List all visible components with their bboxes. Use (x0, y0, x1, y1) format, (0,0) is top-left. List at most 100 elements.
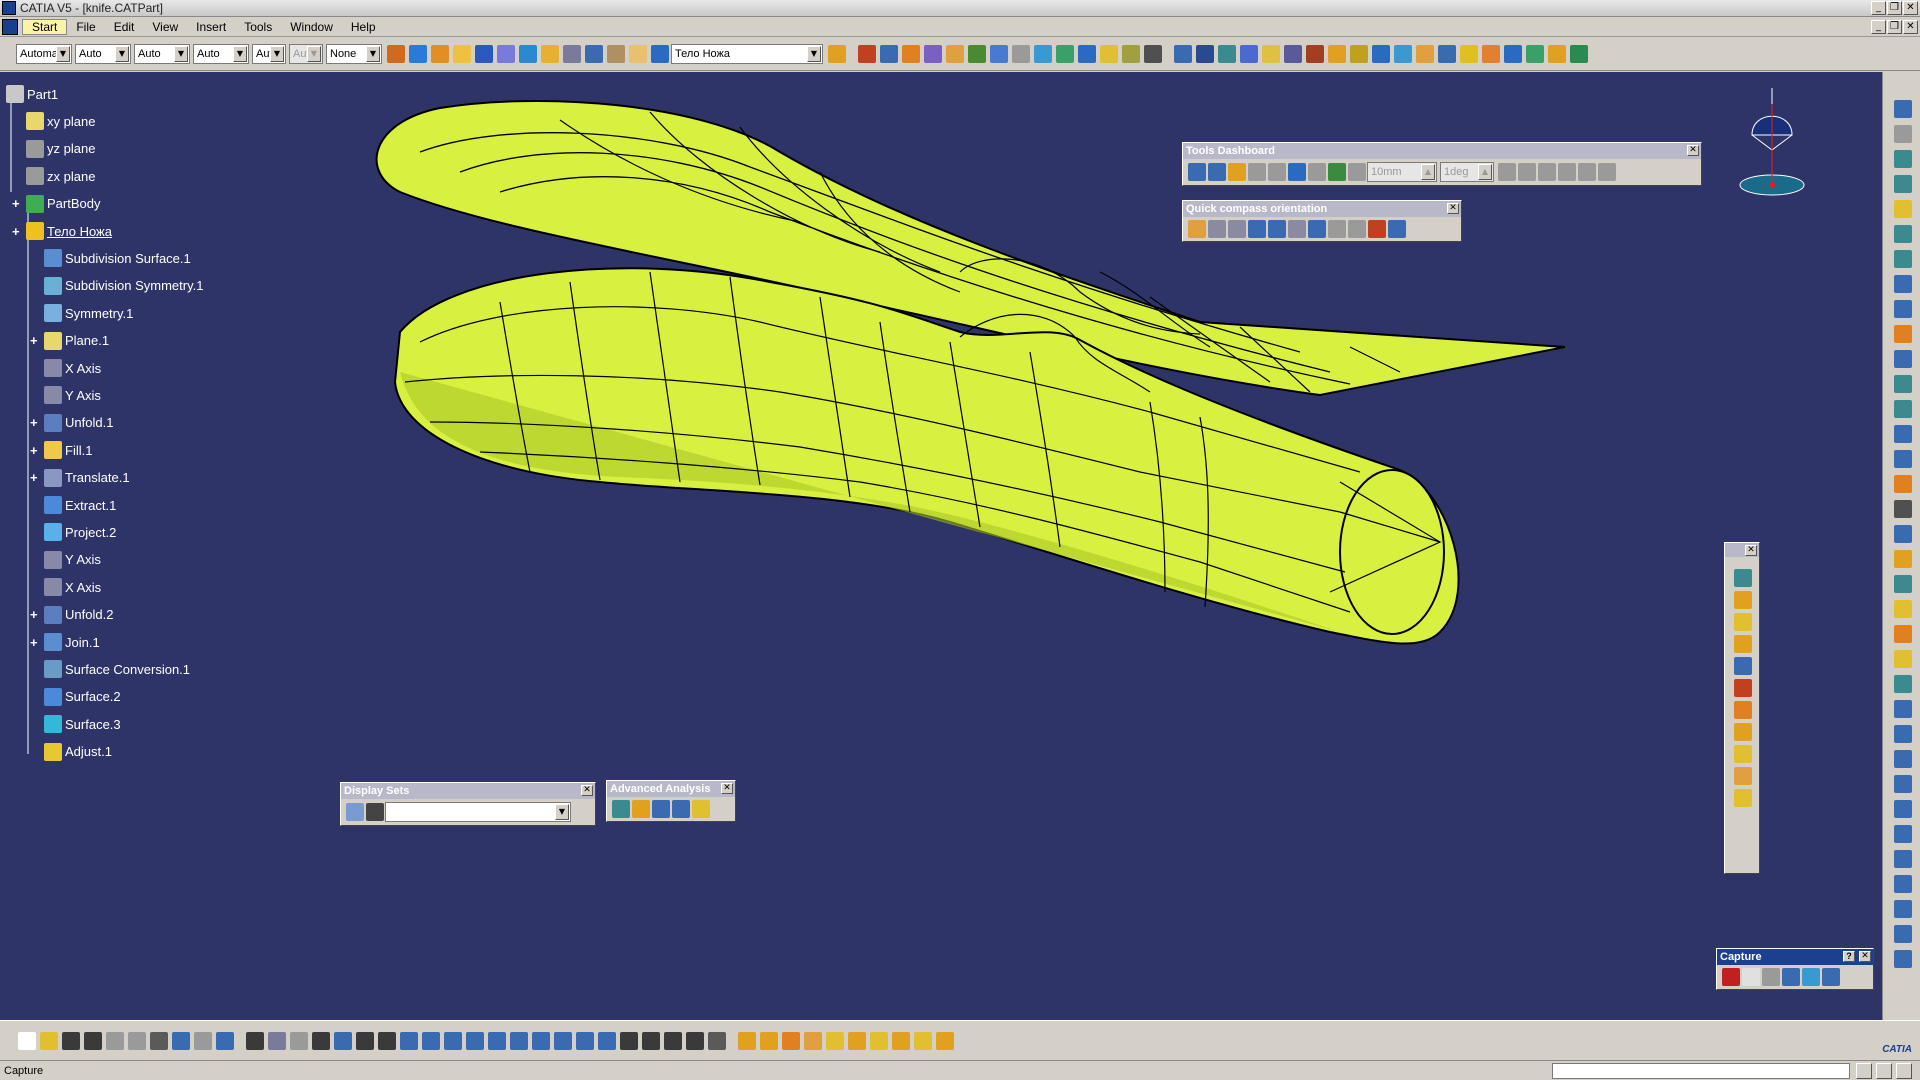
status-button-2[interactable] (1876, 1063, 1892, 1079)
expand-icon[interactable]: + (30, 415, 38, 430)
surface-tool-icon-13[interactable] (1122, 44, 1140, 63)
knife-handle-surface[interactable] (393, 267, 1460, 645)
generative-shape-icon-1[interactable] (1734, 569, 1752, 587)
tree-node[interactable]: Part1 (6, 84, 58, 104)
knowledge-tool-icon-1[interactable] (738, 1031, 756, 1050)
tree-node[interactable]: + PartBody (12, 194, 100, 214)
compass-orientation-icon-9[interactable] (1348, 220, 1366, 238)
view-manip-icon-10[interactable] (444, 1031, 462, 1050)
step-spinner-icon[interactable]: ▲ (1421, 164, 1435, 180)
file-tool-icon-4[interactable] (84, 1031, 102, 1050)
vertical-toolbar-title[interactable]: ✕ (1725, 543, 1759, 557)
right-tool-icon-13[interactable] (1894, 400, 1912, 418)
tree-node[interactable]: Extract.1 (44, 495, 116, 515)
chevron-down-icon[interactable]: ▼ (270, 45, 284, 62)
tree-node[interactable]: xy plane (26, 111, 95, 131)
dashboard-option-icon-6[interactable] (1598, 163, 1616, 181)
menu-edit[interactable]: Edit (105, 20, 144, 34)
view-tool-icon-5[interactable] (475, 44, 493, 63)
right-tool-icon-27[interactable] (1894, 750, 1912, 768)
menu-window[interactable]: Window (281, 20, 342, 34)
right-tool-icon-14[interactable] (1894, 425, 1912, 443)
advanced-analysis-toolbar[interactable]: Advanced Analysis ✕ (606, 780, 736, 822)
tree-node[interactable]: + Translate.1 (30, 468, 130, 488)
capture-icon-2[interactable] (1742, 968, 1760, 986)
right-tool-icon-2[interactable] (1894, 125, 1912, 143)
compass-orientation-icon-4[interactable] (1248, 220, 1266, 238)
tree-node[interactable]: + Тело Ножа (12, 221, 112, 241)
tools-dashboard-title[interactable]: Tools Dashboard ✕ (1183, 143, 1701, 159)
capture-icon-4[interactable] (1782, 968, 1800, 986)
analysis-icon-1[interactable] (612, 800, 630, 818)
menu-tools[interactable]: Tools (235, 20, 281, 34)
status-button-1[interactable] (1856, 1063, 1872, 1079)
generative-shape-icon-3[interactable] (1734, 613, 1752, 631)
display-set-select[interactable]: ▼ (385, 802, 571, 822)
surface-tool-icon-12[interactable] (1100, 44, 1118, 63)
tree-node[interactable]: yz plane (26, 139, 95, 159)
right-tool-icon-8[interactable] (1894, 275, 1912, 293)
menu-help[interactable]: Help (342, 20, 385, 34)
view-tool-icon-10[interactable] (585, 44, 603, 63)
surface-tool-icon-2[interactable] (880, 44, 898, 63)
dashboard-tool-icon-7[interactable] (1228, 163, 1246, 181)
view-manip-icon-5[interactable] (334, 1031, 352, 1050)
generative-shape-icon-8[interactable] (1734, 723, 1752, 741)
close-icon[interactable]: ✕ (1687, 145, 1699, 156)
compass-orientation-icon-5[interactable] (1268, 220, 1286, 238)
menu-view[interactable]: View (143, 20, 187, 34)
display-sets-title[interactable]: Display Sets ✕ (341, 783, 595, 799)
compass-orientation-icon-11[interactable] (1388, 220, 1406, 238)
view-tool-icon-11[interactable] (607, 44, 625, 63)
analysis-tool-icon-18[interactable] (1548, 44, 1566, 63)
analysis-tool-icon-3[interactable] (1218, 44, 1236, 63)
view-manip-icon-12[interactable] (488, 1031, 506, 1050)
analysis-tool-icon-13[interactable] (1438, 44, 1456, 63)
generative-shape-icon-2[interactable] (1734, 591, 1752, 609)
tree-node[interactable]: + Join.1 (30, 632, 100, 652)
graphic-property-select-5[interactable]: Aut ▼ (252, 43, 286, 64)
tree-node[interactable]: Subdivision Surface.1 (44, 248, 191, 268)
compass-orientation-icon-3[interactable] (1228, 220, 1246, 238)
right-tool-icon-35[interactable] (1894, 950, 1912, 968)
doc-minimize-button[interactable]: _ (1871, 20, 1886, 34)
compass-orientation-icon-10[interactable] (1368, 220, 1386, 238)
graphic-property-select-6[interactable]: Aut ▼ (289, 43, 323, 64)
generative-shape-icon-6[interactable] (1734, 679, 1752, 697)
close-icon[interactable]: ✕ (1859, 951, 1871, 962)
compass-orientation-icon-7[interactable] (1308, 220, 1326, 238)
graphic-property-select-2[interactable]: Auto ▼ (75, 43, 131, 64)
right-tool-icon-7[interactable] (1894, 250, 1912, 268)
view-tool-icon-6[interactable] (497, 44, 515, 63)
tree-node[interactable]: Surface Conversion.1 (44, 659, 190, 679)
quick-compass-title[interactable]: Quick compass orientation ✕ (1183, 201, 1461, 217)
tree-node[interactable]: + Unfold.1 (30, 413, 113, 433)
analysis-tool-icon-1[interactable] (1174, 44, 1192, 63)
body-tool-icon[interactable] (828, 44, 846, 63)
analysis-tool-icon-9[interactable] (1350, 44, 1368, 63)
surface-tool-icon-4[interactable] (924, 44, 942, 63)
tree-node[interactable]: Surface.2 (44, 687, 121, 707)
expand-icon[interactable]: + (30, 635, 38, 650)
expand-icon[interactable]: + (30, 443, 38, 458)
view-tool-icon-7[interactable] (519, 44, 537, 63)
surface-tool-icon-6[interactable] (968, 44, 986, 63)
file-tool-icon-5[interactable] (106, 1031, 124, 1050)
right-tool-icon-33[interactable] (1894, 900, 1912, 918)
close-icon[interactable]: ✕ (1447, 203, 1459, 214)
restore-button[interactable]: ❐ (1887, 1, 1902, 15)
view-manip-icon-20[interactable] (664, 1031, 682, 1050)
view-manip-icon-17[interactable] (598, 1031, 616, 1050)
display-set-icon[interactable] (346, 803, 364, 821)
capture-title[interactable]: Capture ? ✕ (1717, 949, 1873, 965)
tree-node[interactable]: + Plane.1 (30, 331, 109, 351)
right-tool-icon-25[interactable] (1894, 700, 1912, 718)
dashboard-option-icon-5[interactable] (1578, 163, 1596, 181)
right-tool-icon-12[interactable] (1894, 375, 1912, 393)
view-manip-icon-21[interactable] (686, 1031, 704, 1050)
minimize-button[interactable]: _ (1871, 1, 1886, 15)
tree-node[interactable]: Y Axis (44, 550, 101, 570)
dashboard-tool-icon-1[interactable] (1348, 163, 1366, 181)
file-tool-icon-3[interactable] (62, 1031, 80, 1050)
vertical-floating-toolbar[interactable]: ✕ (1724, 542, 1760, 874)
